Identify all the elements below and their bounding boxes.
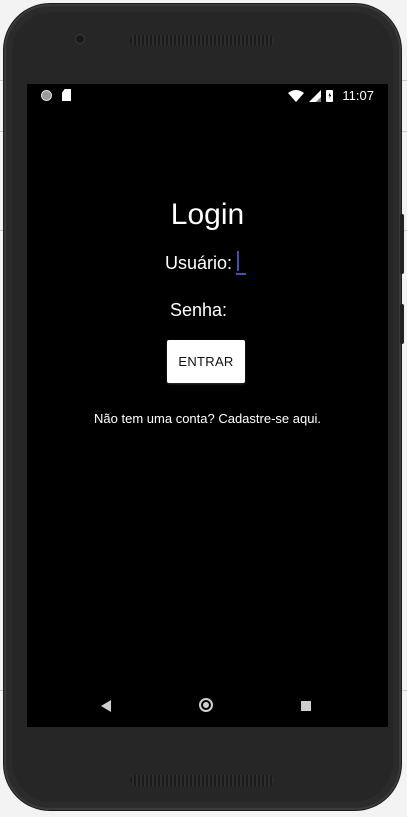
signup-link[interactable]: Não tem uma conta? Cadastre-se aqui.	[27, 411, 388, 426]
back-icon[interactable]	[101, 700, 111, 712]
status-right-icons: 11:07	[288, 88, 374, 103]
username-input[interactable]	[236, 251, 247, 275]
navigation-bar	[27, 687, 388, 727]
text-cursor	[237, 251, 240, 271]
power-button[interactable]	[400, 304, 404, 344]
bottom-speaker	[130, 775, 274, 786]
password-row: Senha:	[170, 299, 294, 322]
status-bar: 11:07	[27, 84, 388, 108]
status-clock: 11:07	[342, 88, 374, 103]
status-left-icons	[41, 89, 71, 101]
volume-button[interactable]	[400, 214, 404, 274]
password-input[interactable]	[231, 299, 294, 322]
home-icon[interactable]	[199, 698, 213, 712]
front-camera-icon	[76, 35, 84, 43]
enter-button[interactable]: ENTRAR	[167, 340, 245, 383]
device-frame: 11:07 Login Usuário: Senha: ENTRAR Não t…	[4, 4, 404, 810]
username-label: Usuário:	[165, 252, 233, 273]
emulator-window: 11:07 Login Usuário: Senha: ENTRAR Não t…	[0, 0, 407, 817]
username-row: Usuário:	[165, 251, 247, 275]
device-screen: 11:07 Login Usuário: Senha: ENTRAR Não t…	[27, 84, 388, 727]
wifi-icon	[288, 89, 305, 102]
notification-dot-icon	[41, 89, 52, 101]
signal-icon	[309, 89, 322, 102]
battery-charging-icon	[326, 89, 334, 102]
password-label: Senha:	[170, 300, 228, 320]
login-title: Login	[170, 198, 245, 231]
earpiece-speaker	[130, 35, 274, 46]
recents-icon[interactable]	[301, 701, 311, 711]
sd-card-icon	[62, 89, 71, 101]
